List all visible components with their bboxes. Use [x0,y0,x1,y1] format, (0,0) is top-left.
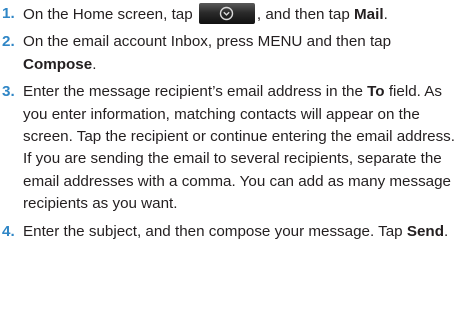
step-number: 3. [2,83,15,101]
step-text: On the Home screen, tap , and then tap M… [23,3,388,24]
all-apps-launcher-icon [198,3,255,24]
step-text: Enter the subject, and then compose your… [23,222,449,240]
step-number: 2. [2,33,15,51]
step-1: 1. On the Home screen, tap , and then ta… [2,3,467,26]
step-3: 3. Enter the message recipient’s email a… [2,81,467,215]
step-number: 4. [2,222,15,240]
instruction-page: 1. On the Home screen, tap , and then ta… [0,0,471,331]
step-4: 4. Enter the subject, and then compose y… [2,221,467,243]
step-text: On the email account Inbox, press MENU a… [23,33,392,73]
step-number: 1. [2,5,15,22]
step-2: 2. On the email account Inbox, press MEN… [2,31,467,76]
step-text: Enter the message recipient’s email addr… [23,83,455,213]
